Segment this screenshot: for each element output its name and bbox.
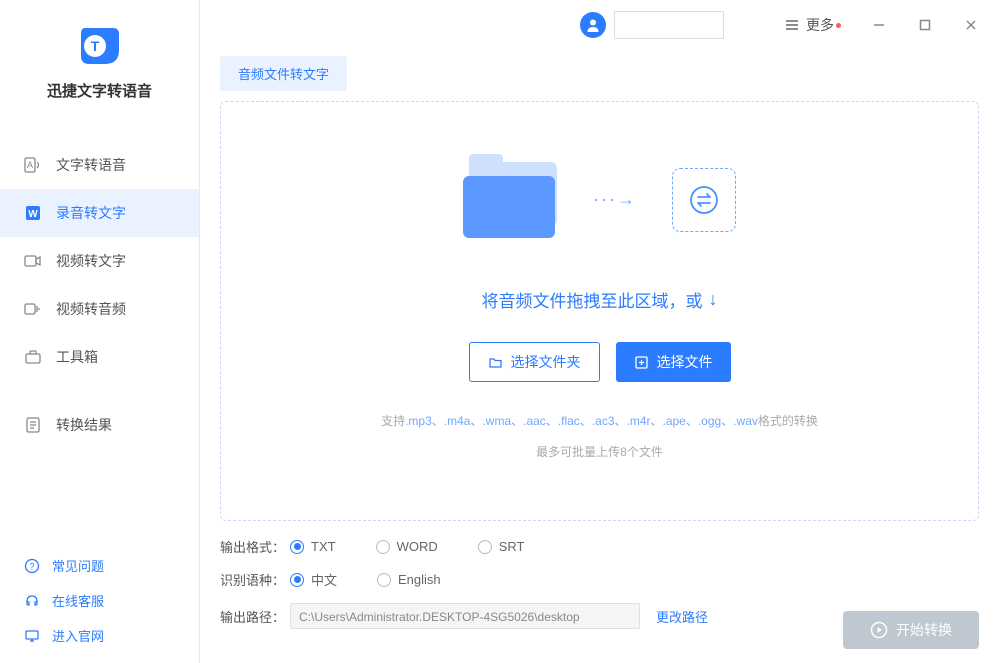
- file-buttons: 选择文件夹 选择文件: [469, 342, 731, 382]
- folder-icon: [463, 162, 558, 237]
- headset-icon: [24, 593, 40, 609]
- monitor-icon: [24, 628, 40, 644]
- format-radio-group: TXT WORD SRT: [290, 539, 525, 554]
- more-label: 更多: [806, 15, 834, 35]
- lang-english-radio[interactable]: English: [377, 570, 441, 589]
- format-word-radio[interactable]: WORD: [376, 539, 438, 554]
- sidebar-item-toolbox[interactable]: 工具箱: [0, 333, 199, 381]
- results-icon: [24, 416, 42, 434]
- sidebar-item-label: 工具箱: [56, 347, 98, 367]
- start-convert-button[interactable]: 开始转换: [843, 611, 979, 649]
- sidebar-item-audio-to-text[interactable]: W 录音转文字: [0, 189, 199, 237]
- sidebar-item-results[interactable]: 转换结果: [0, 401, 199, 449]
- question-icon: ?: [24, 558, 40, 574]
- arrow-right-icon: ···→: [593, 189, 637, 210]
- bottom-links: ? 常见问题 在线客服 进入官网: [0, 548, 199, 663]
- path-label: 输出路径：: [220, 607, 290, 626]
- notification-dot-icon: [836, 23, 841, 28]
- faq-link[interactable]: ? 常见问题: [0, 548, 199, 583]
- radio-icon: [478, 540, 492, 554]
- tab-audio-to-text[interactable]: 音频文件转文字: [220, 56, 347, 91]
- drop-area[interactable]: ···→ 将音频文件拖拽至此区域，或 ↓ 选择文件夹 选择文件 支持.mp3、.…: [220, 101, 979, 521]
- upload-limit: 最多可批量上传8个文件: [536, 443, 663, 460]
- sidebar: T 迅捷文字转语音 A 文字转语音 W 录音转文字 视频转文字 视频转音频 工具…: [0, 0, 200, 663]
- audio-to-text-icon: W: [24, 204, 42, 222]
- app-logo-icon: T: [75, 20, 125, 70]
- website-link[interactable]: 进入官网: [0, 618, 199, 653]
- tab-row: 音频文件转文字: [200, 50, 999, 91]
- user-avatar-icon: [580, 12, 606, 38]
- app-title: 迅捷文字转语音: [0, 80, 199, 101]
- close-button[interactable]: [963, 17, 979, 33]
- radio-icon: [377, 573, 391, 587]
- arrow-down-icon: ↓: [709, 289, 718, 310]
- plus-icon: [634, 355, 649, 370]
- lang-chinese-radio[interactable]: 中文: [290, 570, 337, 589]
- play-circle-icon: [870, 621, 888, 639]
- sidebar-item-label: 录音转文字: [56, 203, 126, 223]
- sidebar-item-text-to-speech[interactable]: A 文字转语音: [0, 141, 199, 189]
- radio-icon: [376, 540, 390, 554]
- svg-text:W: W: [28, 209, 38, 220]
- format-label: 输出格式：: [220, 537, 290, 556]
- main-content: 更多 音频文件转文字 ···→ 将音频文件拖拽至此区域，或 ↓: [200, 0, 999, 663]
- change-path-link[interactable]: 更改路径: [656, 607, 708, 626]
- drop-illustration: ···→: [463, 162, 736, 237]
- logo-area: T 迅捷文字转语音: [0, 0, 199, 111]
- bottom-link-label: 在线客服: [52, 591, 104, 610]
- titlebar: 更多: [200, 0, 999, 50]
- lang-label: 识别语种：: [220, 570, 290, 589]
- language-row: 识别语种： 中文 English: [220, 570, 979, 589]
- minimize-button[interactable]: [871, 17, 887, 33]
- toolbox-icon: [24, 348, 42, 366]
- sidebar-item-video-to-text[interactable]: 视频转文字: [0, 237, 199, 285]
- sidebar-item-video-to-audio[interactable]: 视频转音频: [0, 285, 199, 333]
- drop-instruction: 将音频文件拖拽至此区域，或 ↓: [482, 287, 718, 312]
- svg-text:T: T: [90, 38, 99, 54]
- supported-formats: 支持.mp3、.m4a、.wma、.aac、.flac、.ac3、.m4r、.a…: [381, 412, 818, 429]
- convert-icon: [672, 168, 736, 232]
- bottom-link-label: 进入官网: [52, 626, 104, 645]
- format-srt-radio[interactable]: SRT: [478, 539, 525, 554]
- bottom-link-label: 常见问题: [52, 556, 104, 575]
- user-name-box[interactable]: [614, 11, 724, 39]
- video-to-text-icon: [24, 252, 42, 270]
- sidebar-item-label: 转换结果: [56, 415, 112, 435]
- lang-radio-group: 中文 English: [290, 570, 441, 589]
- sidebar-item-label: 视频转文字: [56, 251, 126, 271]
- select-file-button[interactable]: 选择文件: [616, 342, 731, 382]
- output-format-row: 输出格式： TXT WORD SRT: [220, 537, 979, 556]
- svg-text:?: ?: [29, 561, 34, 571]
- select-folder-button[interactable]: 选择文件夹: [469, 342, 600, 382]
- svg-text:A: A: [27, 160, 33, 170]
- maximize-button[interactable]: [917, 17, 933, 33]
- format-txt-radio[interactable]: TXT: [290, 539, 336, 554]
- folder-outline-icon: [488, 355, 503, 370]
- path-input[interactable]: C:\Users\Administrator.DESKTOP-4SG5026\d…: [290, 603, 640, 629]
- user-area[interactable]: [580, 11, 724, 39]
- nav-list: A 文字转语音 W 录音转文字 视频转文字 视频转音频 工具箱 转换结果: [0, 141, 199, 548]
- sidebar-item-label: 文字转语音: [56, 155, 126, 175]
- video-to-audio-icon: [24, 300, 42, 318]
- radio-icon: [290, 540, 304, 554]
- text-to-speech-icon: A: [24, 156, 42, 174]
- window-controls: [871, 17, 979, 33]
- support-link[interactable]: 在线客服: [0, 583, 199, 618]
- more-button[interactable]: 更多: [784, 15, 841, 35]
- radio-icon: [290, 573, 304, 587]
- sidebar-item-label: 视频转音频: [56, 299, 126, 319]
